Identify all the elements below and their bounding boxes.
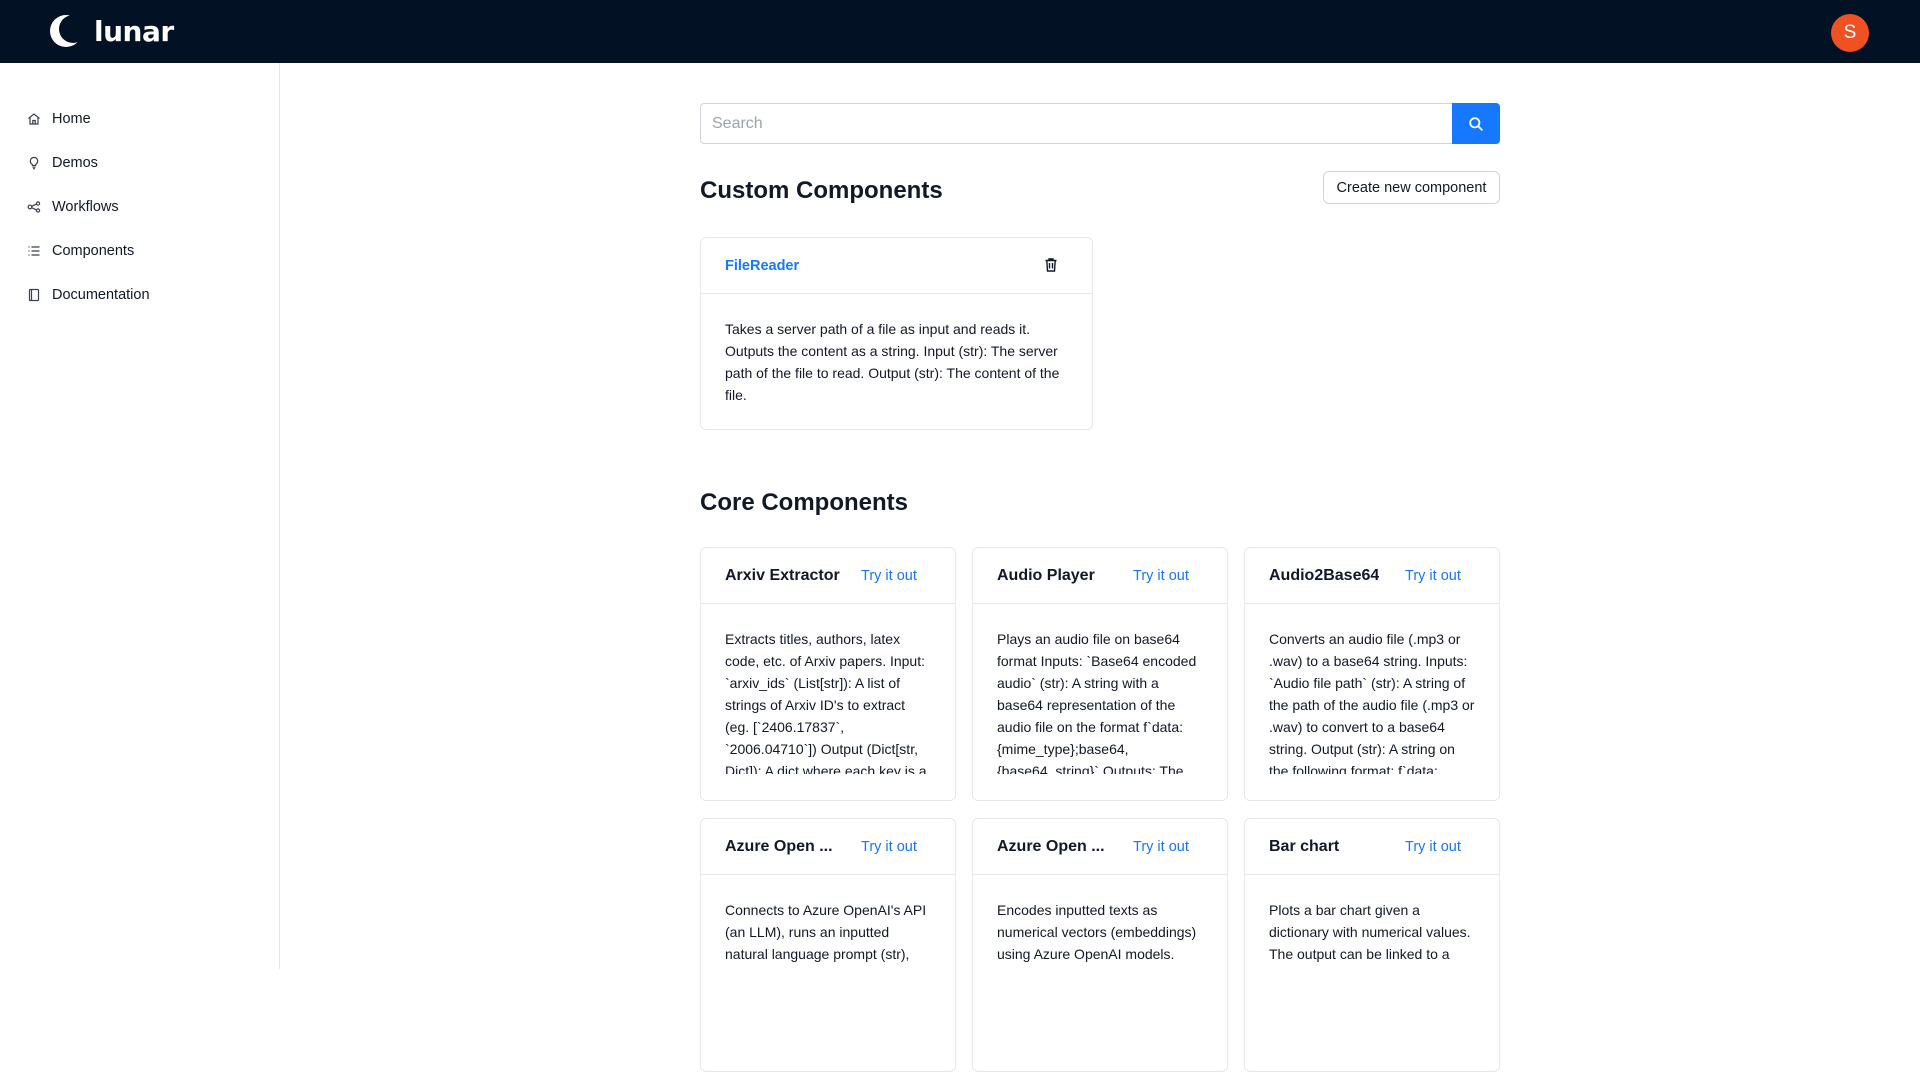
search-icon <box>1469 116 1483 131</box>
component-description: Plots a bar chart given a dictionary wit… <box>1269 902 1471 962</box>
core-component-card: Azure Open ... Try it out Encodes inputt… <box>972 818 1228 1072</box>
lightbulb-icon <box>26 155 42 171</box>
try-it-out-link[interactable]: Try it out <box>861 839 917 855</box>
card-header: FileReader <box>701 238 1092 294</box>
card-header: Arxiv Extractor Try it out <box>701 548 955 604</box>
card-description: Plays an audio file on base64 format Inp… <box>973 604 1227 782</box>
core-components-title: Core Components <box>700 489 909 516</box>
try-it-out-link[interactable]: Try it out <box>1405 839 1461 855</box>
try-it-out-link[interactable]: Try it out <box>1133 568 1189 584</box>
top-bar: lunar S <box>0 0 1920 63</box>
sidebar-item-workflows[interactable]: Workflows <box>26 192 119 222</box>
custom-component-card: FileReader Takes a server path of a file… <box>700 237 1093 430</box>
card-description: Plots a bar chart given a dictionary wit… <box>1245 875 1499 1053</box>
logo-text: lunar <box>94 14 174 48</box>
component-name-link[interactable]: FileReader <box>725 258 799 274</box>
card-header: Bar chart Try it out <box>1245 819 1499 875</box>
moon-logo-icon <box>50 15 84 47</box>
component-description: Connects to Azure OpenAI's API (an LLM),… <box>725 902 927 962</box>
component-description: Encodes inputted texts as numerical vect… <box>997 902 1197 962</box>
card-description: Converts an audio file (.mp3 or .wav) to… <box>1245 604 1499 782</box>
workflow-icon <box>26 199 42 215</box>
component-name: Azure Open ... <box>997 837 1105 855</box>
list-icon <box>26 243 42 259</box>
core-component-card: Audio2Base64 Try it out Converts an audi… <box>1244 547 1500 801</box>
card-header: Azure Open ... Try it out <box>701 819 955 875</box>
home-icon <box>26 111 42 127</box>
card-header: Audio2Base64 Try it out <box>1245 548 1499 604</box>
sidebar-item-home[interactable]: Home <box>26 104 91 134</box>
component-name: Audio2Base64 <box>1269 566 1380 584</box>
sidebar-item-documentation[interactable]: Documentation <box>26 280 150 310</box>
search-bar <box>700 103 1500 144</box>
card-description: Connects to Azure OpenAI's API (an LLM),… <box>701 875 955 1053</box>
logo[interactable]: lunar <box>48 12 174 50</box>
card-description: Takes a server path of a file as input a… <box>701 294 1092 429</box>
sidebar-item-demos[interactable]: Demos <box>26 148 98 178</box>
component-name: Bar chart <box>1269 837 1340 855</box>
try-it-out-link[interactable]: Try it out <box>861 568 917 584</box>
sidebar-item-label: Components <box>52 243 135 259</box>
core-component-card: Azure Open ... Try it out Connects to Az… <box>700 818 956 1072</box>
sidebar-item-components[interactable]: Components <box>26 236 134 266</box>
component-description: Extracts titles, authors, latex code, et… <box>725 631 927 774</box>
sidebar-item-label: Home <box>52 111 91 127</box>
component-description: Plays an audio file on base64 format Inp… <box>997 631 1197 774</box>
sidebar-item-label: Workflows <box>52 199 119 215</box>
core-component-card: Audio Player Try it out Plays an audio f… <box>972 547 1228 801</box>
trash-icon[interactable] <box>1042 256 1060 274</box>
card-description: Extracts titles, authors, latex code, et… <box>701 604 955 782</box>
book-icon <box>26 287 42 303</box>
component-description: Converts an audio file (.mp3 or .wav) to… <box>1269 631 1475 774</box>
component-description: Takes a server path of a file as input a… <box>725 321 1060 403</box>
sidebar-item-label: Demos <box>52 155 98 171</box>
custom-components-title: Custom Components <box>700 177 943 204</box>
component-name: Audio Player <box>997 566 1095 584</box>
sidebar: Home Demos Workflows Components Document… <box>0 63 280 969</box>
card-header: Azure Open ... Try it out <box>973 819 1227 875</box>
core-component-card: Bar chart Try it out Plots a bar chart g… <box>1244 818 1500 1072</box>
component-name: Arxiv Extractor <box>725 566 840 584</box>
card-header: Audio Player Try it out <box>973 548 1227 604</box>
try-it-out-link[interactable]: Try it out <box>1133 839 1189 855</box>
sidebar-item-label: Documentation <box>52 287 150 303</box>
search-button[interactable] <box>1452 103 1500 144</box>
create-new-component-button[interactable]: Create new component <box>1323 171 1500 204</box>
try-it-out-link[interactable]: Try it out <box>1405 568 1461 584</box>
core-component-card: Arxiv Extractor Try it out Extracts titl… <box>700 547 956 801</box>
search-input[interactable] <box>700 103 1452 144</box>
component-name: Azure Open ... <box>725 837 833 855</box>
card-description: Encodes inputted texts as numerical vect… <box>973 875 1227 1053</box>
user-avatar[interactable]: S <box>1831 14 1869 52</box>
